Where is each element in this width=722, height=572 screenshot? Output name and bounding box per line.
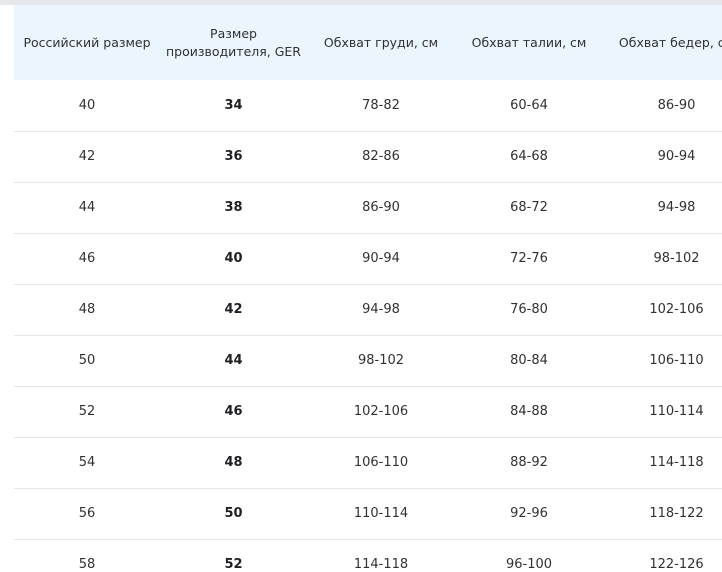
- cell-manufacturer-size: 44: [160, 335, 307, 387]
- cell-manufacturer-size: 36: [160, 131, 307, 183]
- header-manufacturer-size: Размер производителя, GER: [165, 25, 301, 59]
- cell-manufacturer-size: 46: [160, 386, 307, 438]
- cell-hips: 86-90: [603, 80, 722, 132]
- cell-russian-size: 52: [14, 386, 160, 438]
- cell-hips: 110-114: [603, 386, 722, 438]
- table-row: 48 42 94-98 76-80 102-106: [14, 284, 722, 336]
- table-header: Российский размер Размер производителя, …: [14, 5, 722, 80]
- table-body: 40 34 78-82 60-64 86-90 42 36 82-86 64-6…: [14, 80, 722, 572]
- cell-chest: 90-94: [307, 233, 455, 285]
- header-waist: Обхват талии, см: [471, 34, 587, 50]
- cell-russian-size: 50: [14, 335, 160, 387]
- cell-waist: 64-68: [455, 131, 603, 183]
- cell-hips: 122-126: [649, 557, 704, 572]
- cell-chest: 106-110: [307, 437, 455, 489]
- cell-manufacturer-size: 48: [160, 437, 307, 489]
- cell-hips: 118-122: [603, 488, 722, 540]
- cell-russian-size: 56: [14, 488, 160, 540]
- cell-waist: 84-88: [455, 386, 603, 438]
- table-row: 52 46 102-106 84-88 110-114: [14, 386, 722, 438]
- cell-russian-size: 46: [14, 233, 160, 285]
- cell-russian-size: 58: [78, 557, 96, 572]
- cell-waist: 96-100: [505, 557, 553, 572]
- cell-chest: 94-98: [307, 284, 455, 336]
- table-row: 46 40 90-94 72-76 98-102: [14, 233, 722, 285]
- header-hips: Обхват бедер, см: [618, 34, 722, 50]
- cell-chest: 82-86: [307, 131, 455, 183]
- cell-hips: 102-106: [603, 284, 722, 336]
- table-row: 54 48 106-110 88-92 114-118: [14, 437, 722, 489]
- header-row: Российский размер Размер производителя, …: [14, 5, 722, 80]
- size-table: Российский размер Размер производителя, …: [14, 5, 722, 572]
- cell-waist: 80-84: [455, 335, 603, 387]
- cell-russian-size: 54: [14, 437, 160, 489]
- cell-chest: 86-90: [307, 182, 455, 234]
- cell-manufacturer-size: 52: [224, 557, 243, 572]
- table-row: 56 50 110-114 92-96 118-122: [14, 488, 722, 540]
- cell-hips: 94-98: [603, 182, 722, 234]
- cell-russian-size: 42: [14, 131, 160, 183]
- cell-hips: 106-110: [603, 335, 722, 387]
- cell-hips: 114-118: [603, 437, 722, 489]
- cell-waist: 68-72: [455, 182, 603, 234]
- cell-manufacturer-size: 40: [160, 233, 307, 285]
- table-row: 40 34 78-82 60-64 86-90: [14, 80, 722, 132]
- cell-manufacturer-size: 34: [160, 80, 307, 132]
- cell-manufacturer-size: 38: [160, 182, 307, 234]
- table-row: 44 38 86-90 68-72 94-98: [14, 182, 722, 234]
- cell-waist: 60-64: [455, 80, 603, 132]
- cell-russian-size: 40: [14, 80, 160, 132]
- cell-waist: 72-76: [455, 233, 603, 285]
- cell-manufacturer-size: 42: [160, 284, 307, 336]
- header-chest: Обхват груди, см: [323, 34, 439, 50]
- cell-hips: 98-102: [603, 233, 722, 285]
- cell-chest: 114-118: [353, 557, 409, 572]
- cell-waist: 92-96: [455, 488, 603, 540]
- cell-russian-size: 44: [14, 182, 160, 234]
- table-row: 42 36 82-86 64-68 90-94: [14, 131, 722, 183]
- cell-hips: 90-94: [603, 131, 722, 183]
- table-row: 50 44 98-102 80-84 106-110: [14, 335, 722, 387]
- header-russian-size: Российский размер: [23, 34, 151, 50]
- cell-chest: 110-114: [307, 488, 455, 540]
- cell-chest: 102-106: [307, 386, 455, 438]
- cell-chest: 78-82: [307, 80, 455, 132]
- size-chart-frame: Российский размер Размер производителя, …: [0, 0, 722, 572]
- cell-russian-size: 48: [14, 284, 160, 336]
- cell-waist: 76-80: [455, 284, 603, 336]
- table-row: 58 52 114-118 96-100 122-126: [14, 539, 722, 572]
- cell-manufacturer-size: 50: [160, 488, 307, 540]
- cell-chest: 98-102: [307, 335, 455, 387]
- cell-waist: 88-92: [455, 437, 603, 489]
